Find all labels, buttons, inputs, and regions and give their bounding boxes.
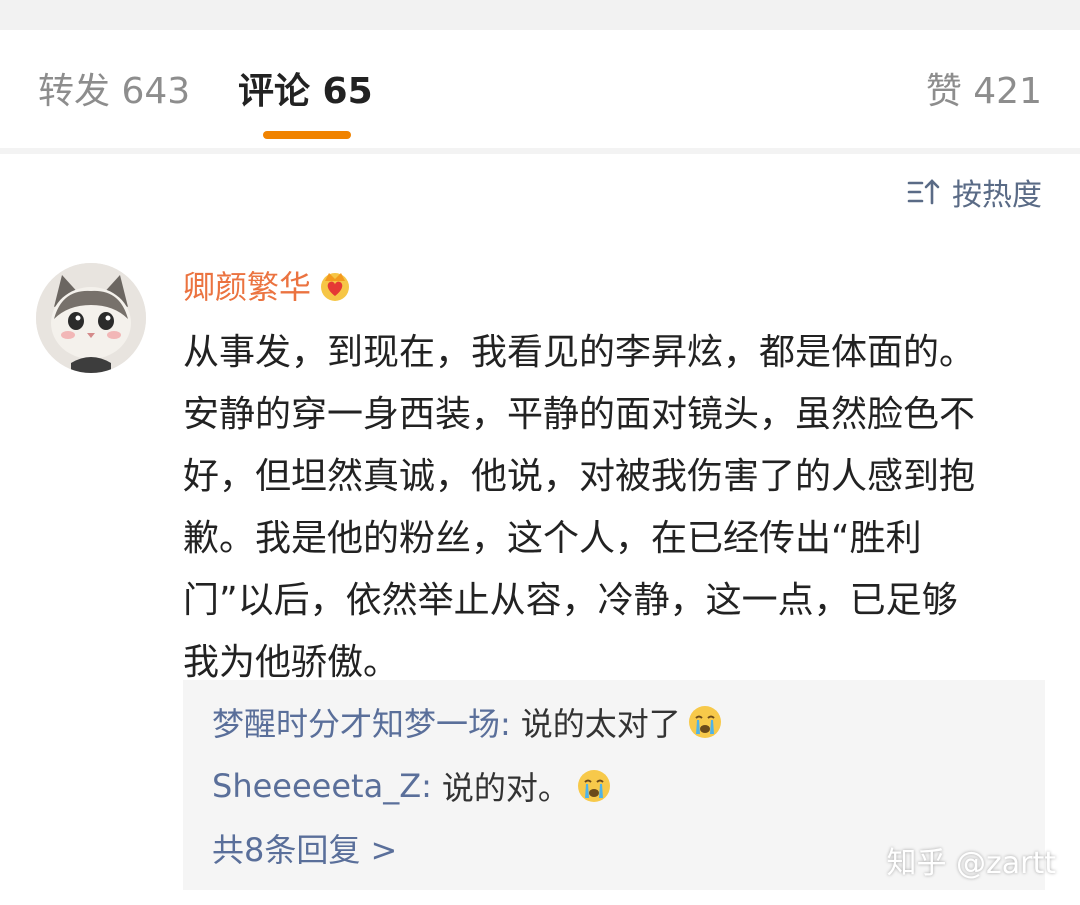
comment-line: 门”以后，依然举止从容，冷静，这一点，已足够 (183, 580, 958, 621)
comment-author: 卿颜繁华 (183, 264, 353, 306)
comment-line: 好，但坦然真诚，他说，对被我伤害了的人感到抱 (183, 456, 976, 497)
reply-item[interactable]: 梦醒时分才知梦一场: 说的太对了 (212, 700, 723, 744)
avatar[interactable] (36, 263, 146, 373)
crying-emoji-icon (688, 706, 721, 738)
active-tab-indicator (263, 131, 351, 139)
comment-body: 从事发，到现在，我看见的李昇炫，都是体面的。 安静的穿一身西装，平静的面对镜头，… (183, 322, 1063, 694)
watermark: 知乎 @zartt (886, 846, 1056, 881)
tab-likes[interactable]: 赞 421 (926, 70, 1042, 114)
reply-text: 说的对。 (441, 769, 570, 807)
comment-line: 安静的穿一身西装，平静的面对镜头，虽然脸色不 (183, 394, 976, 435)
reply-item[interactable]: Sheeeeeta_Z: 说的对。 (212, 764, 612, 808)
crown-icon (321, 273, 350, 301)
tab-comments[interactable]: 评论 65 (238, 70, 373, 114)
sort-button[interactable]: 按热度 (906, 172, 1042, 213)
author-name[interactable]: 卿颜繁华 (183, 262, 311, 308)
reply-author[interactable]: Sheeeeeta_Z: (212, 767, 432, 805)
divider (0, 148, 1080, 154)
cat-avatar-icon (36, 263, 146, 373)
crying-emoji-icon (577, 770, 610, 802)
sort-label: 按热度 (952, 178, 1042, 213)
comment-line: 从事发，到现在，我看见的李昇炫，都是体面的。 (183, 332, 976, 373)
reply-text: 说的太对了 (520, 705, 681, 743)
reply-author[interactable]: 梦醒时分才知梦一场: (212, 699, 511, 745)
status-bar (0, 0, 1080, 30)
tab-repost[interactable]: 转发 643 (38, 70, 190, 114)
tab-bar: 转发 643 评论 65 赞 421 (0, 30, 1080, 148)
more-replies-link[interactable]: 共8条回复 > (212, 828, 397, 872)
sort-icon (907, 179, 940, 205)
comment-line: 歉。我是他的粉丝，这个人，在已经传出“胜利 (183, 518, 922, 559)
